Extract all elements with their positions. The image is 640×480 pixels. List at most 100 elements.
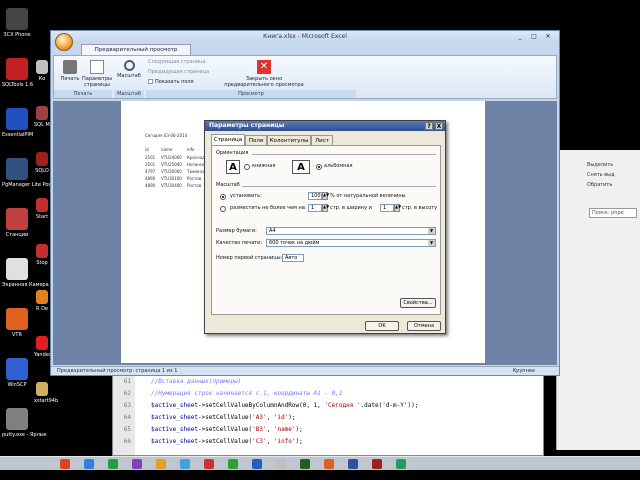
desktop-icon[interactable]: Yandex — [34, 336, 52, 358]
dialog-close-icon[interactable]: X — [435, 122, 443, 130]
properties-button[interactable]: Свойства... — [400, 298, 436, 308]
desktop-icon[interactable]: PgManager Lite Post... — [2, 158, 58, 188]
tab-margins[interactable]: Поля — [245, 135, 267, 145]
taskbar-app-icon[interactable] — [348, 459, 358, 469]
prev-page-button[interactable]: Предыдущая страница — [148, 69, 209, 76]
invert-selection-item[interactable]: Обратить — [587, 182, 612, 188]
desktop-icon[interactable]: xstart94b — [34, 382, 58, 404]
desktop-icon[interactable]: Станции — [2, 208, 32, 238]
status-zoom[interactable]: Крупнее — [513, 367, 535, 376]
desktop-icon[interactable]: SQL Mana — [34, 106, 59, 128]
first-page-input[interactable]: Авто — [282, 254, 304, 262]
portrait-radio[interactable] — [244, 164, 250, 170]
close-preview-button[interactable]: ✕ Закрыть окно предварительного просмотр… — [224, 60, 304, 88]
tab-print-preview[interactable]: Предварительный просмотр — [81, 44, 191, 55]
desktop-icon[interactable]: VTR — [2, 308, 32, 338]
taskbar-app-icon[interactable] — [252, 459, 262, 469]
scale-fit-label: разместить не более чем на: — [230, 205, 307, 211]
print-quality-select[interactable]: 600 точек на дюйм ▼ — [266, 239, 436, 247]
deselect-item[interactable]: Снять выд — [587, 172, 615, 178]
taskbar-app-icon[interactable] — [228, 459, 238, 469]
scale-set-radio[interactable] — [220, 194, 226, 200]
show-margins-checkbox[interactable]: Показать поля — [148, 79, 194, 86]
next-page-button[interactable]: Следующая страница — [148, 59, 206, 66]
page-setup-button[interactable]: Параметры страницы — [82, 60, 112, 88]
printer-icon — [63, 60, 77, 74]
desktop-icon[interactable]: putty.exe - Ярлык — [2, 408, 47, 438]
paper-size-label: Размер бумаги: — [216, 228, 257, 234]
line-number: 63 — [123, 402, 131, 409]
desktop-icon[interactable]: EssentialPIM — [2, 108, 33, 138]
taskbar-app-icon[interactable] — [180, 459, 190, 469]
orientation-divider — [252, 154, 436, 155]
scale-spinner[interactable]: ▲▼ — [322, 192, 329, 200]
app-icon — [6, 158, 28, 180]
zoom-button[interactable]: Масштаб — [116, 60, 142, 79]
desktop-icon[interactable]: Stop — [34, 244, 50, 266]
dialog-title: Параметры страницы — [209, 122, 285, 129]
ok-button[interactable]: OK — [365, 321, 399, 331]
scale-percent-suffix: % от натуральной величины — [330, 193, 406, 199]
code-token: $active_sheet — [151, 426, 198, 433]
paper-size-value: A4 — [269, 228, 276, 234]
taskbar-app-icon[interactable] — [132, 459, 142, 469]
fit-tall-spinner[interactable]: ▲▼ — [394, 204, 401, 212]
paper-size-select[interactable]: A4 ▼ — [266, 227, 436, 235]
desktop-icon[interactable]: Start — [34, 198, 50, 220]
taskbar-app-icon[interactable] — [84, 459, 94, 469]
scale-fit-radio[interactable] — [220, 206, 226, 212]
desktop-icon[interactable]: 3CX Phone — [2, 8, 32, 38]
desktop-icon[interactable]: Экранная Камера — [2, 258, 49, 288]
help-icon[interactable]: ? — [425, 122, 433, 130]
preview-header-cell: name — [161, 147, 173, 152]
desktop-icon[interactable]: SQLO — [34, 152, 50, 174]
office-button[interactable] — [55, 33, 73, 51]
desktop-icon[interactable]: SQLTools 1.6 — [2, 58, 33, 88]
code-token: 'A3' — [252, 414, 267, 421]
app-icon — [6, 8, 28, 30]
minimize-icon[interactable]: _ — [515, 33, 525, 41]
desktop: 3CX Phone SQLTools 1.6 EssentialPIM PgManag… — [0, 0, 640, 480]
fit-tall-input[interactable]: 1 — [380, 204, 394, 212]
cancel-button[interactable]: Отмена — [407, 321, 441, 331]
fit-wide-input[interactable]: 1 — [308, 204, 322, 212]
maximize-icon[interactable]: □ — [529, 33, 539, 41]
taskbar-app-icon[interactable] — [396, 459, 406, 469]
code-token: , — [266, 426, 274, 433]
desktop-icon[interactable]: R De — [34, 290, 50, 312]
taskbar-app-icon[interactable] — [204, 459, 214, 469]
taskbar-app-icon[interactable] — [324, 459, 334, 469]
select-all-item[interactable]: Выделить — [587, 162, 613, 168]
code-token: ->setCellValueByColumnAndRow(0, 1, — [197, 402, 325, 409]
fit-wide-spinner[interactable]: ▲▼ — [322, 204, 329, 212]
magnifier-icon — [123, 60, 135, 71]
code-editor[interactable]: 61 //Вставка данных(примеры) 62 //Нумерация… — [112, 368, 544, 456]
landscape-radio[interactable] — [316, 164, 322, 170]
taskbar-app-icon[interactable] — [108, 459, 118, 469]
print-button[interactable]: Печать — [58, 60, 82, 82]
app-icon — [6, 108, 28, 130]
app-icon — [6, 358, 28, 380]
app-icon — [36, 336, 48, 350]
desktop-icon-label: 3CX Phone — [3, 32, 31, 38]
tab-header-footer[interactable]: Колонтитулы — [267, 135, 311, 145]
excel-title-bar[interactable]: Книга.xlsx - Microsoft Excel _ □ ✕ — [51, 31, 559, 43]
code-token: 'Сегодня ' — [324, 402, 361, 409]
code-line: 64 $active_sheet->setCellValue('A3', 'id'… — [113, 413, 296, 423]
code-token: 'B3' — [252, 426, 267, 433]
desktop-icon[interactable]: WinSCP — [2, 358, 32, 388]
taskbar-app-icon[interactable] — [276, 459, 286, 469]
preview-header-cell: info — [187, 147, 195, 152]
scale-percent-input[interactable]: 100 — [308, 192, 322, 200]
dialog-title-bar[interactable]: Параметры страницы ? X — [205, 121, 445, 131]
taskbar-app-icon[interactable] — [60, 459, 70, 469]
taskbar-app-icon[interactable] — [372, 459, 382, 469]
preview-cell: VTU30400 — [161, 183, 182, 188]
close-icon[interactable]: ✕ — [543, 33, 553, 41]
app-icon — [36, 382, 48, 396]
desktop-icon[interactable]: Ко — [34, 60, 50, 82]
explorer-search-input[interactable]: Поиск: phpe — [589, 208, 637, 218]
taskbar-app-icon[interactable] — [156, 459, 166, 469]
tab-sheet[interactable]: Лист — [311, 135, 333, 145]
taskbar-app-icon[interactable] — [300, 459, 310, 469]
